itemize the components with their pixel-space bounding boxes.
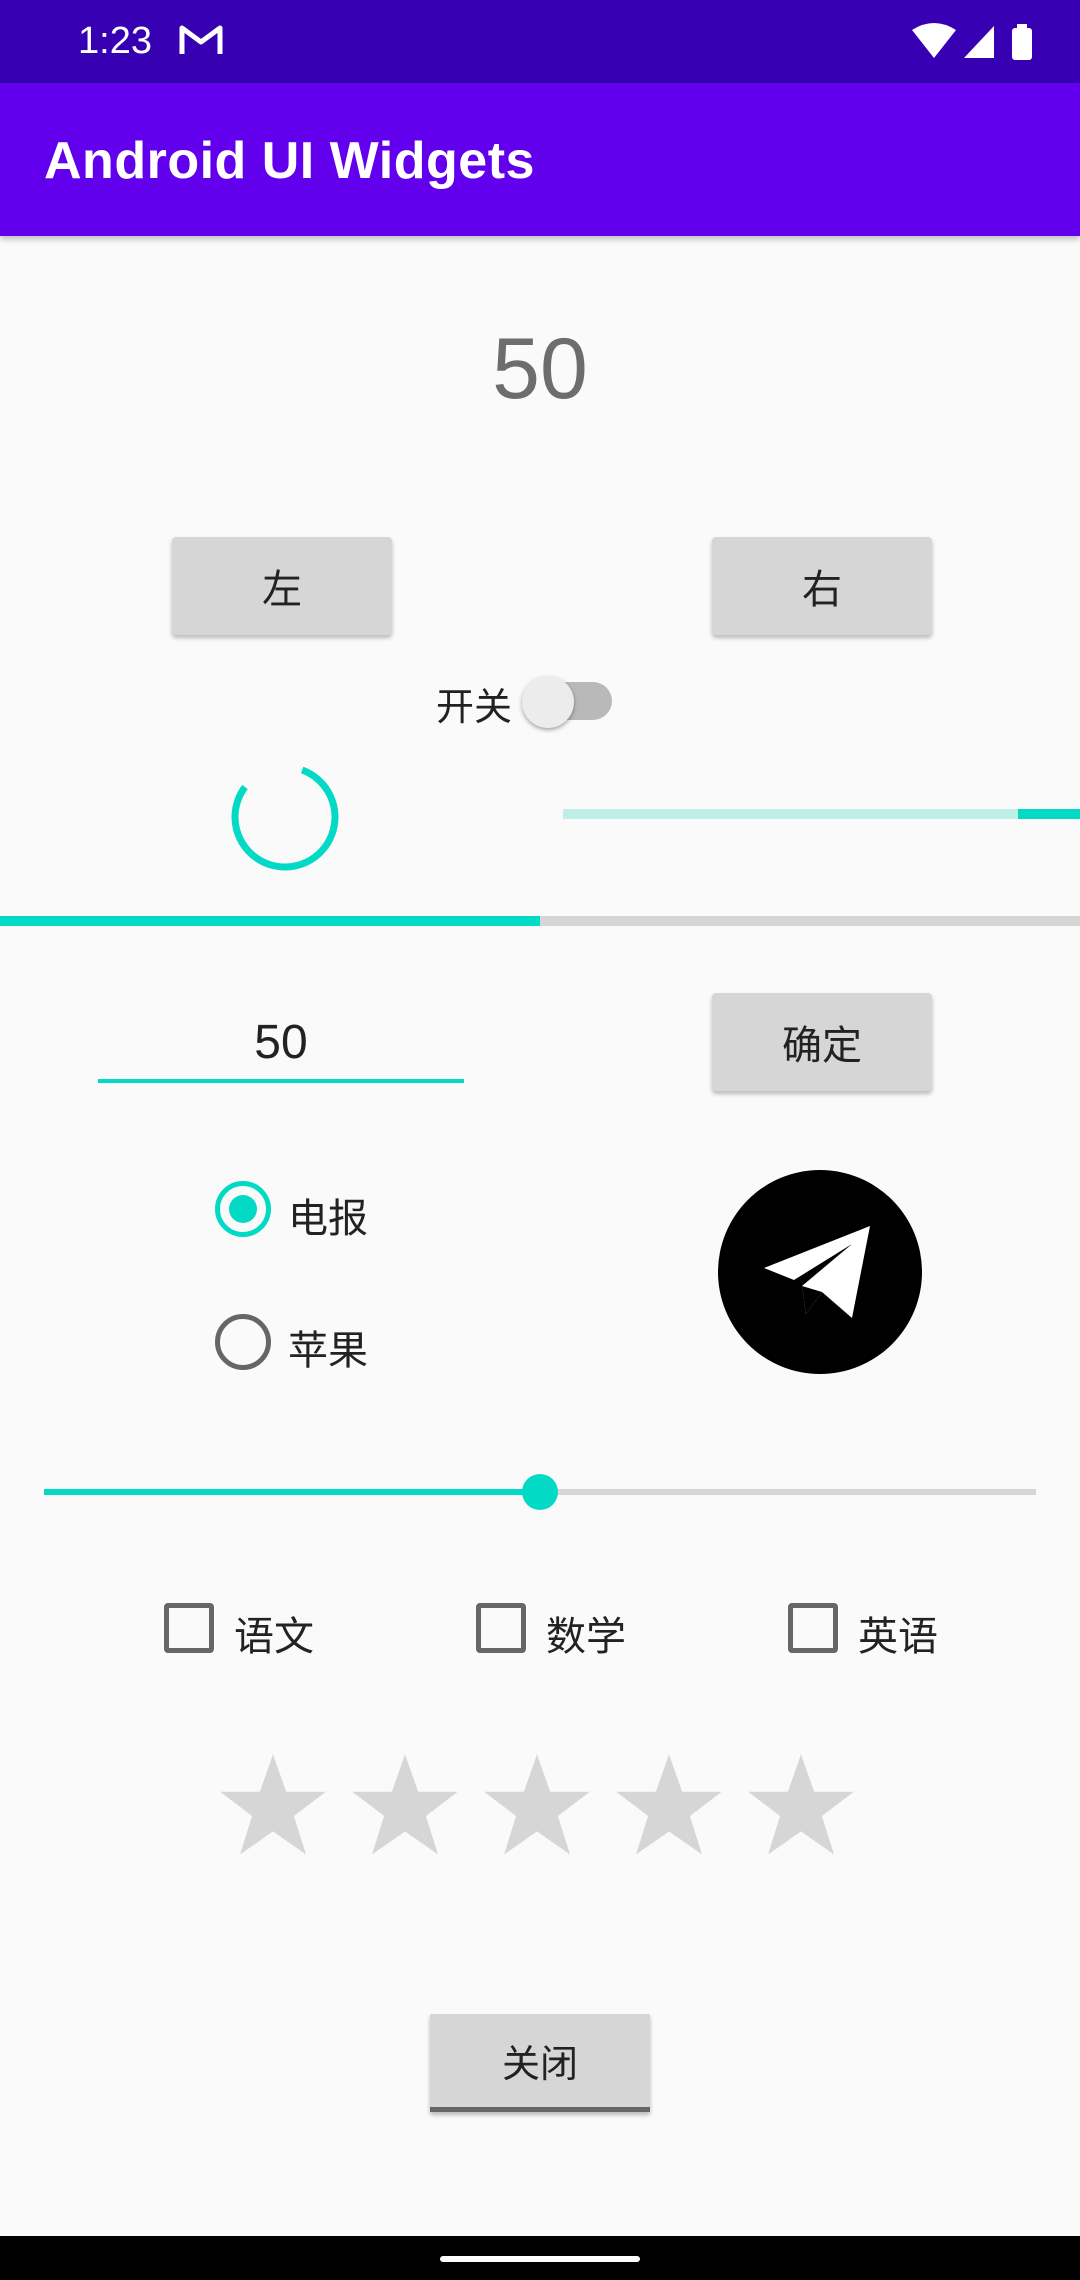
close-button[interactable]: 关闭 xyxy=(430,2014,650,2112)
star-icon[interactable] xyxy=(350,1750,460,1860)
checkbox-math-label[interactable]: 数学 xyxy=(546,1604,626,1662)
checkbox-chinese-label[interactable]: 语文 xyxy=(234,1604,314,1662)
telegram-icon xyxy=(718,1170,922,1374)
confirm-button[interactable]: 确定 xyxy=(712,993,932,1091)
number-input[interactable] xyxy=(98,1005,464,1083)
radio-apple[interactable] xyxy=(215,1314,271,1370)
left-button[interactable]: 左 xyxy=(172,537,392,635)
switch-thumb[interactable] xyxy=(522,676,574,728)
app-bar: Android UI Widgets xyxy=(0,83,1080,236)
home-gesture-handle[interactable] xyxy=(440,2256,640,2262)
status-time: 1:23 xyxy=(78,20,152,62)
wifi-icon xyxy=(912,23,956,58)
progress-bar-fill xyxy=(0,916,540,926)
checkbox-math[interactable] xyxy=(476,1603,526,1653)
radio-telegram[interactable] xyxy=(215,1181,271,1237)
star-icon[interactable] xyxy=(614,1750,724,1860)
status-icons xyxy=(912,22,1042,66)
signal-icon xyxy=(964,26,994,58)
star-icon[interactable] xyxy=(746,1750,856,1860)
value-display: 50 xyxy=(492,321,588,417)
checkbox-english-label[interactable]: 英语 xyxy=(858,1604,938,1662)
horizontal-progress-track xyxy=(563,809,1080,819)
switch-label: 开关 xyxy=(436,685,513,729)
gmail-icon xyxy=(178,22,224,62)
radio-apple-label[interactable]: 苹果 xyxy=(288,1318,368,1376)
seekbar-fill[interactable] xyxy=(44,1489,540,1495)
app-title: Android UI Widgets xyxy=(44,132,535,190)
checkbox-english[interactable] xyxy=(788,1603,838,1653)
battery-icon xyxy=(1012,28,1032,60)
radio-telegram-label[interactable]: 电报 xyxy=(288,1186,368,1244)
status-bar: 1:23 xyxy=(0,0,1080,83)
star-icon[interactable] xyxy=(482,1750,592,1860)
circular-progress-spinner xyxy=(226,758,344,880)
right-button[interactable]: 右 xyxy=(712,537,932,635)
checkbox-chinese[interactable] xyxy=(164,1603,214,1653)
seekbar-thumb[interactable] xyxy=(522,1474,558,1510)
rating-bar[interactable] xyxy=(218,1750,856,1860)
horizontal-progress-fill xyxy=(1018,809,1080,819)
star-icon[interactable] xyxy=(218,1750,328,1860)
